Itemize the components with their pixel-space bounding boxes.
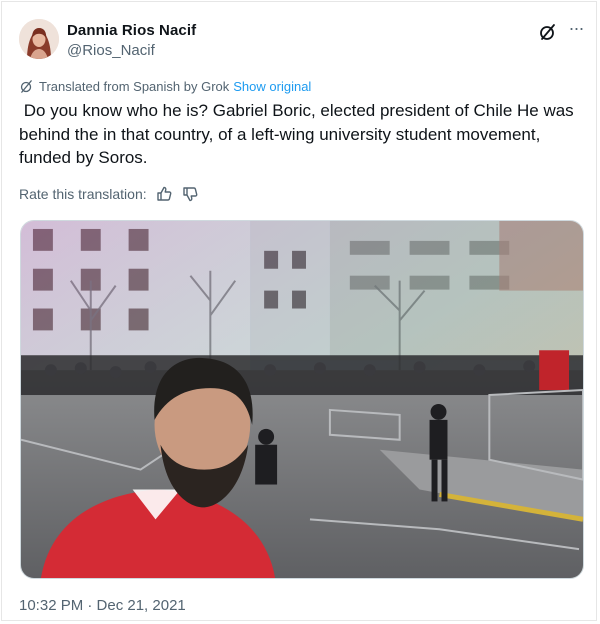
avatar[interactable] [19,19,59,59]
author-display-name[interactable]: Dannia Rios Nacif [67,22,196,39]
rate-translation-label: Rate this translation: [19,186,147,202]
translation-notice: Translated from Spanish by Grok Show ori… [19,79,311,94]
author-handle[interactable]: @Rios_Nacif [67,42,155,59]
show-original-link[interactable]: Show original [233,79,311,94]
thumbs-up-icon[interactable] [155,185,173,203]
photo-icon [21,221,583,578]
grok-slash-icon [20,80,32,93]
post-timestamp[interactable]: 10:32 PM · Dec 21, 2021 [19,597,186,614]
profile-photo-icon [19,19,59,59]
thumbs-down-icon[interactable] [181,185,199,203]
rate-translation-row: Rate this translation: [19,185,199,203]
more-dots-icon[interactable]: ··· [566,19,586,41]
post-photo[interactable] [20,220,584,579]
tweet-text: Do you know who he is? Gabriel Boric, el… [19,101,579,167]
translation-label: Translated from Spanish by Grok [39,79,230,94]
grok-icon[interactable] [538,22,558,42]
